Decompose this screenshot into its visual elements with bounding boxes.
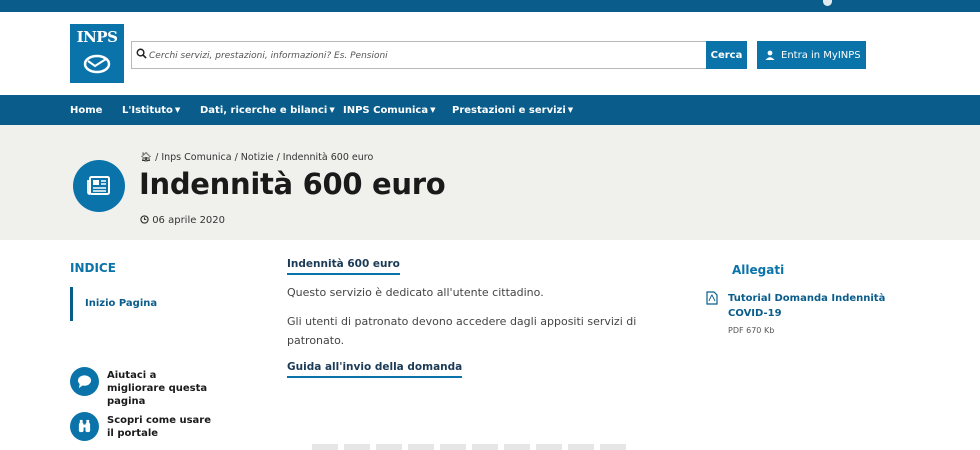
publish-date: 06 aprile 2020 (140, 215, 225, 226)
login-label: Entra in MyINPS (781, 49, 861, 61)
nav-label: Dati, ricerche e bilanci (200, 105, 328, 116)
main-nav: Home L'Istituto ▼ Dati, ricerche e bilanc… (0, 95, 980, 125)
page-hero: 🏠︎ / Inps Comunica / Notizie / Indennità… (0, 125, 980, 240)
content-fade (312, 444, 632, 450)
breadcrumb: 🏠︎ / Inps Comunica / Notizie / Indennità… (140, 152, 373, 163)
search-input[interactable] (149, 47, 699, 65)
attachment-name[interactable]: Tutorial Domanda Indennità COVID-19 (728, 291, 888, 321)
nav-item-inps-comunica[interactable]: INPS Comunica ▼ (343, 95, 435, 125)
home-icon[interactable]: 🏠︎ (140, 152, 152, 163)
chat-bubble-icon-badge (70, 367, 99, 396)
search-icon (136, 48, 147, 59)
body-paragraph: Gli utenti di patronato devono accedere … (287, 315, 637, 347)
nav-label: L'Istituto (122, 105, 173, 116)
nav-label: INPS Comunica (343, 105, 429, 116)
newspaper-icon (87, 176, 110, 195)
chevron-down-icon: ▼ (329, 106, 335, 114)
nav-label: Prestazioni e servizi (452, 105, 566, 116)
user-icon (765, 50, 775, 60)
help-link-feedback[interactable]: Aiutaci a migliorare questa pagina (70, 367, 217, 408)
logo-emblem-icon (83, 54, 111, 74)
page-title: Indennità 600 euro (139, 167, 446, 201)
binoculars-icon-badge (70, 412, 99, 441)
nav-label: Home (70, 105, 103, 116)
login-button[interactable]: Entra in MyINPS (757, 41, 866, 69)
logo-text: INPS (76, 28, 118, 46)
guide-link[interactable]: Guida all'invio della domanda (287, 361, 463, 378)
breadcrumb-path[interactable]: / Inps Comunica / Notizie / Indennità 60… (155, 152, 373, 163)
top-utility-bar (0, 0, 980, 12)
search-button[interactable]: Cerca (706, 41, 747, 69)
nav-item-dati[interactable]: Dati, ricerche e bilanci ▼ (200, 95, 335, 125)
site-header: INPS Cerca Entra in MyINPS (0, 12, 980, 95)
nav-item-istituto[interactable]: L'Istituto ▼ (122, 95, 180, 125)
clock-icon (140, 215, 149, 224)
index-title: INDICE (70, 261, 116, 275)
utility-icon[interactable] (823, 0, 832, 6)
search-box (131, 41, 706, 69)
binoculars-icon (78, 419, 91, 433)
attachments-title: Allegati (732, 263, 785, 277)
publish-date-text: 06 aprile 2020 (152, 215, 226, 226)
help-link-guide[interactable]: Scopri come usare il portale (70, 412, 217, 441)
body-paragraph: Questo servizio è dedicato all'utente ci… (287, 286, 544, 299)
inps-logo[interactable]: INPS (70, 24, 124, 83)
nav-item-prestazioni[interactable]: Prestazioni e servizi ▼ (452, 95, 573, 125)
attachment-meta: PDF 670 Kb (728, 326, 775, 335)
nav-item-home[interactable]: Home (70, 95, 102, 125)
chevron-down-icon: ▼ (567, 106, 574, 114)
chat-bubble-icon (77, 375, 92, 389)
chevron-down-icon: ▼ (430, 106, 436, 114)
help-link-label: Scopri come usare il portale (107, 415, 212, 439)
newspaper-icon-badge (73, 160, 125, 212)
pdf-file-icon (706, 291, 718, 305)
help-link-label: Aiutaci a migliorare questa pagina (107, 370, 208, 407)
section-title-link[interactable]: Indennità 600 euro (287, 258, 400, 275)
index-item-inizio-pagina[interactable]: Inizio Pagina (70, 287, 157, 321)
chevron-down-icon: ▼ (174, 106, 181, 114)
